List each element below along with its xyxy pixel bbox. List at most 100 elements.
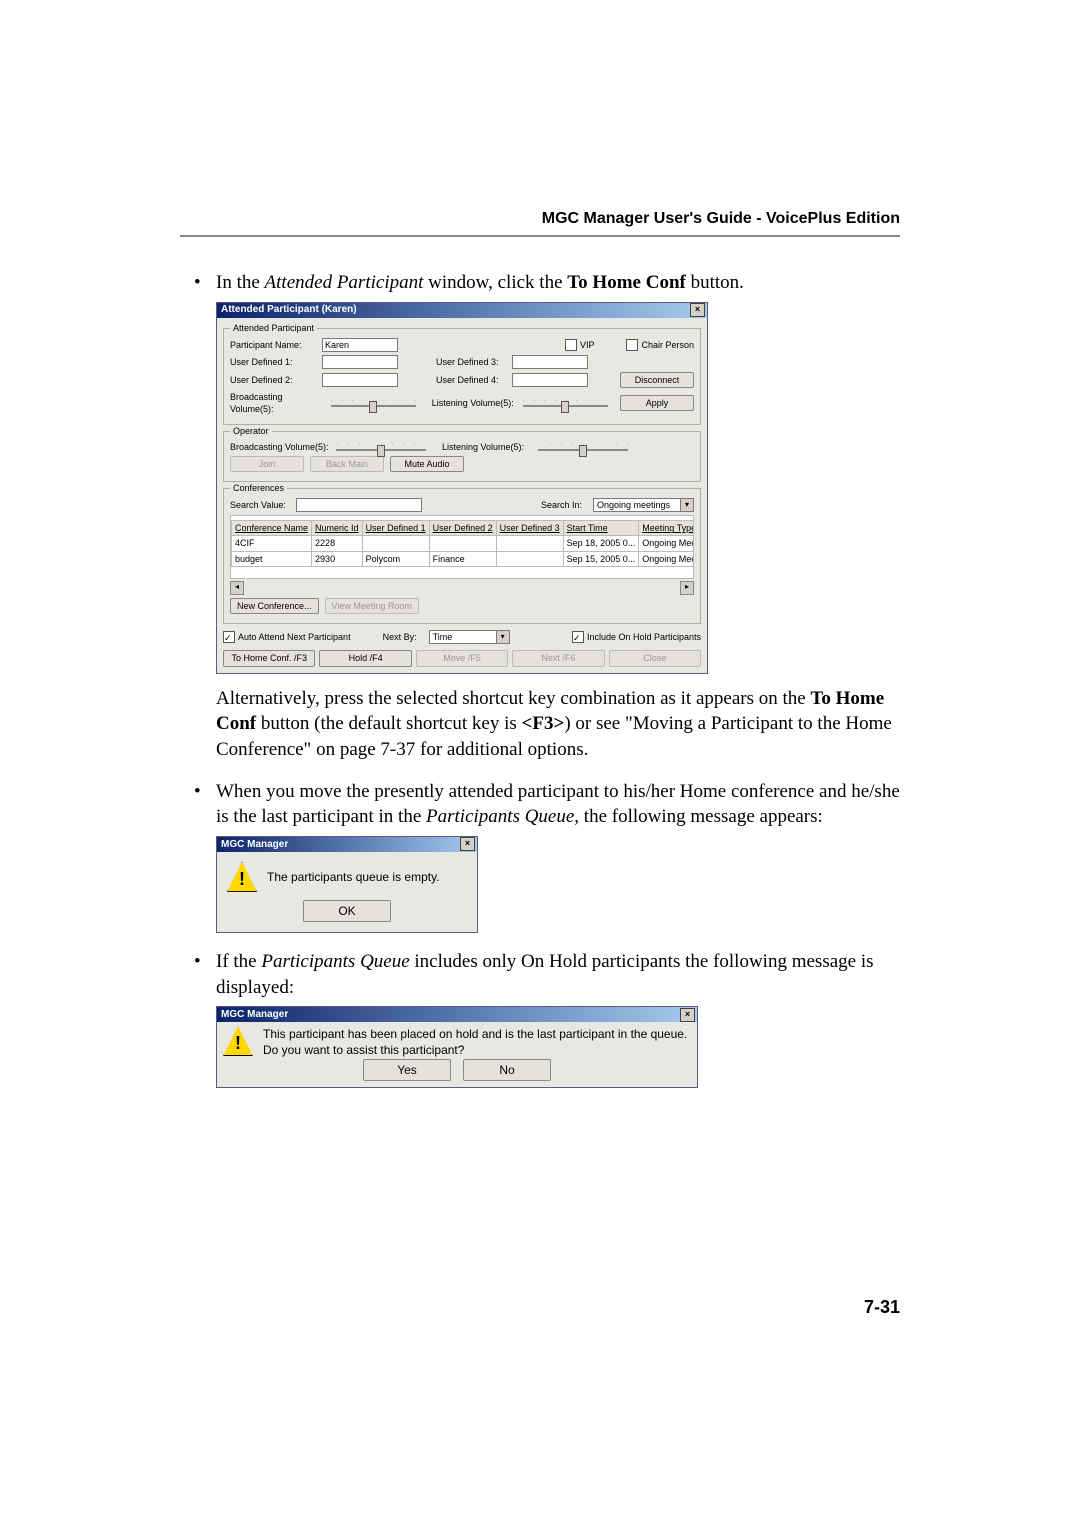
group-attended-participant: Attended Participant Participant Name: K… bbox=[223, 328, 701, 425]
cell bbox=[496, 551, 563, 566]
select-value: Time bbox=[430, 631, 496, 643]
running-header: MGC Manager User's Guide - VoicePlus Edi… bbox=[542, 210, 900, 228]
text: If the bbox=[216, 951, 261, 972]
chevron-down-icon[interactable]: ▾ bbox=[680, 499, 693, 511]
window-titlebar[interactable]: MGC Manager × bbox=[217, 837, 477, 852]
label-search-in: Search In: bbox=[541, 499, 587, 511]
op-listen-slider[interactable]: ········· bbox=[538, 441, 628, 453]
ud4-field[interactable] bbox=[512, 373, 588, 387]
text-emphasis: Participants Queue bbox=[426, 806, 574, 827]
apply-button[interactable]: Apply bbox=[620, 395, 694, 411]
label-op-broadcast: Broadcasting Volume(5): bbox=[230, 441, 330, 453]
group-operator: Operator Broadcasting Volume(5): ·······… bbox=[223, 431, 701, 482]
chair-person-checkbox[interactable]: Chair Person bbox=[626, 339, 694, 351]
col-ud1[interactable]: User Defined 1 bbox=[362, 521, 429, 536]
table-row[interactable]: 4CIF 2228 Sep 18, 2005 0... Ongoing Meet… bbox=[232, 536, 695, 551]
col-ud2[interactable]: User Defined 2 bbox=[429, 521, 496, 536]
to-home-conf-button[interactable]: To Home Conf. /F3 bbox=[223, 650, 315, 666]
horizontal-scrollbar[interactable]: ◂ ▸ bbox=[230, 581, 694, 595]
warning-icon bbox=[223, 1026, 253, 1056]
window-titlebar[interactable]: MGC Manager × bbox=[217, 1007, 697, 1022]
col-conf-name[interactable]: Conference Name bbox=[232, 521, 312, 536]
select-value: Ongoing meetings bbox=[594, 499, 680, 511]
vip-checkbox[interactable]: VIP bbox=[565, 339, 595, 351]
ud1-field[interactable] bbox=[322, 355, 398, 369]
ok-button[interactable]: OK bbox=[303, 900, 391, 922]
hold-button[interactable]: Hold /F4 bbox=[319, 650, 411, 666]
view-meeting-room-button: View Meeting Room bbox=[325, 598, 419, 614]
mute-audio-button[interactable]: Mute Audio bbox=[390, 456, 464, 472]
bullet-item: When you move the presently attended par… bbox=[180, 779, 900, 933]
cell bbox=[362, 536, 429, 551]
scroll-right-icon[interactable]: ▸ bbox=[680, 581, 694, 595]
close-icon[interactable]: × bbox=[690, 303, 705, 317]
label-op-listen: Listening Volume(5): bbox=[442, 441, 532, 453]
cell: Ongoing Meeting bbox=[639, 551, 694, 566]
col-ud3[interactable]: User Defined 3 bbox=[496, 521, 563, 536]
close-icon[interactable]: × bbox=[460, 837, 475, 851]
window-titlebar[interactable]: Attended Participant (Karen) × bbox=[217, 303, 707, 318]
close-button: Close bbox=[609, 650, 701, 666]
label-ud2: User Defined 2: bbox=[230, 374, 316, 386]
page-number: 7-31 bbox=[864, 1297, 900, 1318]
text: window, click the bbox=[423, 272, 567, 293]
message-dialog-empty-queue: MGC Manager × The participants queue is … bbox=[216, 836, 478, 933]
table-row[interactable]: budget 2930 Polycom Finance Sep 15, 2005… bbox=[232, 551, 695, 566]
include-hold-checkbox[interactable]: ✓Include On Hold Participants bbox=[572, 631, 701, 643]
label-search-value: Search Value: bbox=[230, 499, 290, 511]
ud2-field[interactable] bbox=[322, 373, 398, 387]
page-content: In the Attended Participant window, clic… bbox=[180, 270, 900, 1088]
scroll-left-icon[interactable]: ◂ bbox=[230, 581, 244, 595]
window-title: Attended Participant (Karen) bbox=[221, 303, 357, 317]
auto-attend-checkbox[interactable]: ✓Auto Attend Next Participant bbox=[223, 631, 351, 643]
conferences-table[interactable]: Conference Name Numeric Id User Defined … bbox=[230, 515, 694, 579]
group-label: Conferences bbox=[230, 482, 287, 494]
text-emphasis: Participants Queue bbox=[261, 951, 409, 972]
text-emphasis: Attended Participant bbox=[265, 272, 424, 293]
text: , the following message appears: bbox=[574, 806, 823, 827]
group-conferences: Conferences Search Value: Search In: Ong… bbox=[223, 488, 701, 624]
label: Include On Hold Participants bbox=[587, 631, 701, 643]
move-button: Move /F5 bbox=[416, 650, 508, 666]
participant-name-field[interactable]: Karen bbox=[322, 338, 398, 352]
chevron-down-icon[interactable]: ▾ bbox=[496, 631, 509, 643]
label-broadcast-vol: Broadcasting Volume(5): bbox=[230, 391, 325, 415]
no-button[interactable]: No bbox=[463, 1059, 551, 1081]
label-next-by: Next By: bbox=[383, 631, 423, 643]
label: Auto Attend Next Participant bbox=[238, 631, 351, 643]
op-broadcast-slider[interactable]: ········· bbox=[336, 441, 426, 453]
next-by-select[interactable]: Time ▾ bbox=[429, 630, 510, 644]
text: button (the default shortcut key is bbox=[256, 713, 521, 734]
cell: 2228 bbox=[312, 536, 363, 551]
disconnect-button[interactable]: Disconnect bbox=[620, 372, 694, 388]
listen-volume-slider[interactable]: ········· bbox=[523, 397, 608, 409]
search-in-select[interactable]: Ongoing meetings ▾ bbox=[593, 498, 694, 512]
close-icon[interactable]: × bbox=[680, 1008, 695, 1022]
text-line: This participant has been placed on hold… bbox=[263, 1026, 687, 1042]
col-start-time[interactable]: Start Time bbox=[563, 521, 639, 536]
label-participant-name: Participant Name: bbox=[230, 339, 316, 351]
label: VIP bbox=[580, 339, 595, 351]
ud3-field[interactable] bbox=[512, 355, 588, 369]
col-meeting-type[interactable]: Meeting Type bbox=[639, 521, 694, 536]
cell: Sep 18, 2005 0... bbox=[563, 536, 639, 551]
document-page: MGC Manager User's Guide - VoicePlus Edi… bbox=[0, 0, 1080, 1528]
group-label: Operator bbox=[230, 425, 272, 437]
bullet-item: In the Attended Participant window, clic… bbox=[180, 270, 900, 763]
cell: Sep 15, 2005 0... bbox=[563, 551, 639, 566]
cell bbox=[496, 536, 563, 551]
cell: Ongoing Meeting bbox=[639, 536, 694, 551]
text: button. bbox=[686, 272, 744, 293]
text-bold: <F3> bbox=[522, 713, 565, 734]
warning-icon bbox=[227, 862, 257, 892]
message-text: This participant has been placed on hold… bbox=[263, 1026, 687, 1058]
next-button: Next /F6 bbox=[512, 650, 604, 666]
search-value-field[interactable] bbox=[296, 498, 422, 512]
col-numeric-id[interactable]: Numeric Id bbox=[312, 521, 363, 536]
bullet-item: If the Participants Queue includes only … bbox=[180, 949, 900, 1088]
yes-button[interactable]: Yes bbox=[363, 1059, 451, 1081]
new-conference-button[interactable]: New Conference... bbox=[230, 598, 319, 614]
join-button: Join bbox=[230, 456, 304, 472]
label-ud3: User Defined 3: bbox=[436, 356, 506, 368]
broadcast-volume-slider[interactable]: ········· bbox=[331, 397, 416, 409]
